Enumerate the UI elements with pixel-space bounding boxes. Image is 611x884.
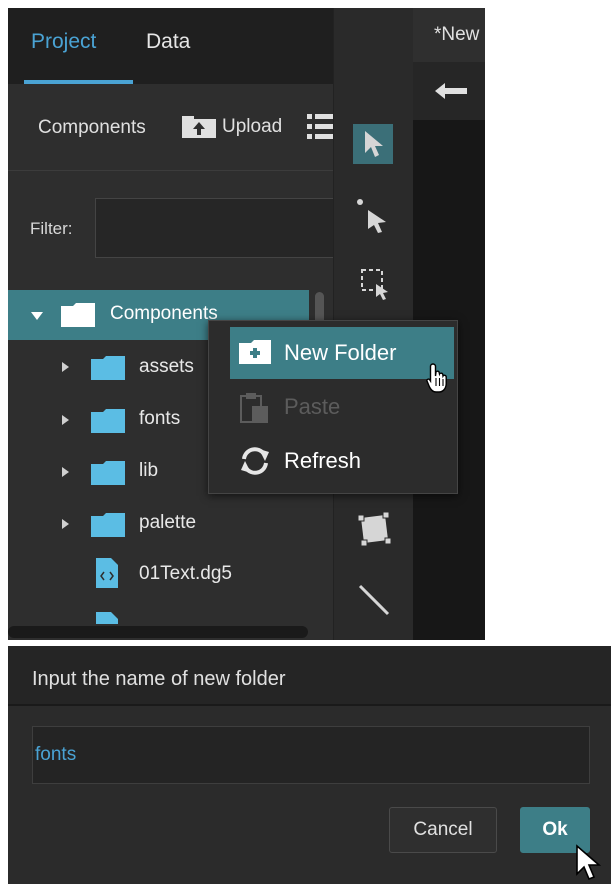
menu-item-new-folder-label: New Folder [284, 340, 397, 365]
folder-icon [91, 461, 125, 485]
tree-item-file[interactable]: 01Text.dg5 [139, 563, 232, 585]
active-tab-indicator [24, 80, 133, 84]
folder-icon [61, 303, 95, 327]
folder-icon [91, 356, 125, 380]
tab-project[interactable]: Project [31, 30, 96, 54]
folder-icon [91, 513, 125, 537]
shape-tool-icon[interactable] [357, 512, 391, 546]
tree-item-label: Components [110, 303, 218, 324]
file-icon [96, 612, 118, 624]
file-icon [96, 558, 118, 588]
mouse-pointer-icon [575, 844, 601, 882]
tree-item-assets[interactable]: assets [139, 356, 194, 378]
horizontal-scrollbar[interactable] [8, 626, 308, 638]
expand-arrow-icon[interactable] [62, 415, 69, 425]
marquee-select-icon[interactable] [360, 268, 392, 302]
cancel-button[interactable]: Cancel [389, 807, 497, 853]
filter-input[interactable] [95, 198, 333, 258]
expand-arrow-icon[interactable] [62, 362, 69, 372]
pointer-arrow-icon [363, 129, 385, 159]
hand-cursor-icon [426, 362, 452, 396]
filter-label: Filter: [30, 219, 73, 238]
direct-select-icon[interactable] [356, 198, 390, 234]
collapse-arrow-icon[interactable] [31, 312, 43, 320]
menu-item-refresh[interactable]: Refresh [284, 448, 361, 474]
refresh-icon [239, 446, 271, 476]
dialog-divider [8, 704, 611, 706]
tree-item-fonts[interactable]: fonts [139, 408, 180, 430]
upload-button[interactable]: Upload [222, 116, 282, 138]
line-tool-icon[interactable] [357, 583, 391, 617]
tab-data[interactable]: Data [146, 30, 190, 54]
expand-arrow-icon[interactable] [62, 467, 69, 477]
components-label: Components [38, 117, 146, 138]
toolbar-divider [8, 170, 333, 171]
expand-arrow-icon[interactable] [62, 519, 69, 529]
dialog-title: Input the name of new folder [32, 668, 286, 690]
paste-icon [240, 392, 270, 424]
tree-item-palette[interactable]: palette [139, 512, 196, 534]
menu-item-paste: Paste [284, 394, 341, 419]
back-arrow-icon[interactable] [433, 80, 469, 102]
document-tab-label: *New [434, 24, 480, 45]
new-folder-icon [239, 340, 271, 364]
folder-icon [91, 409, 125, 433]
upload-icon[interactable] [182, 116, 216, 138]
tree-item-lib[interactable]: lib [139, 460, 158, 482]
folder-name-input[interactable] [32, 726, 590, 784]
list-view-icon[interactable] [307, 112, 333, 142]
